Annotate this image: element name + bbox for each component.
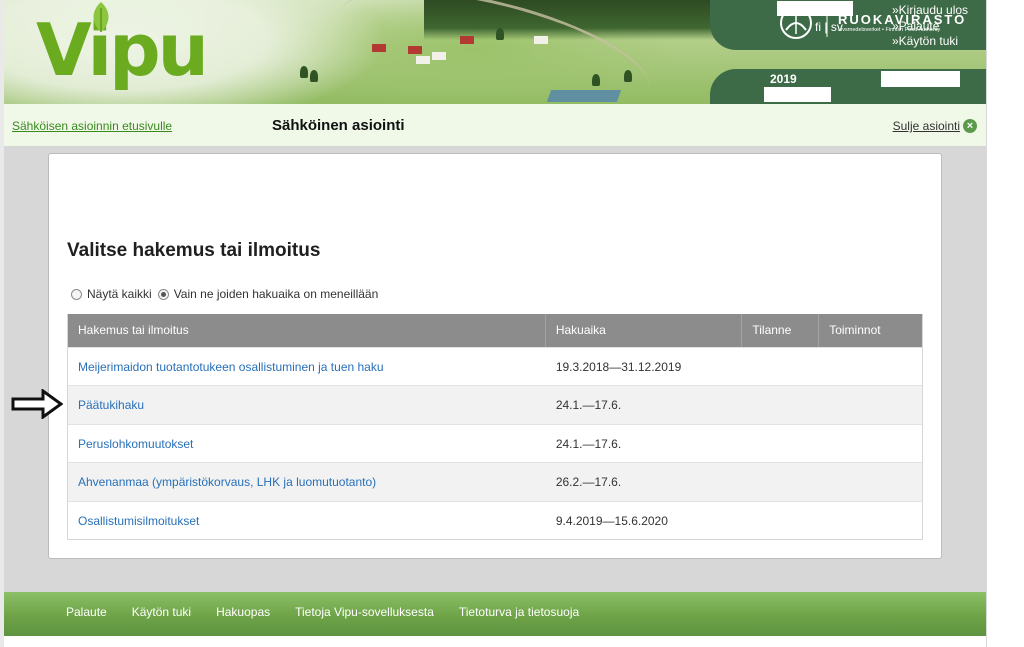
table-header: Hakemus tai ilmoitus Hakuaika Tilanne To… — [68, 314, 922, 347]
application-actions — [819, 386, 922, 423]
search-field[interactable] — [881, 71, 960, 87]
column-header-period: Hakuaika — [546, 314, 743, 347]
close-circle-icon[interactable]: × — [963, 119, 977, 133]
table-row: Ahvenanmaa (ympäristökorvaus, LHK ja luo… — [68, 462, 922, 501]
application-link[interactable]: Päätukihaku — [68, 386, 546, 423]
table-row: Peruslohkomuutokset 24.1.—17.6. — [68, 423, 922, 462]
header-tree — [624, 70, 632, 82]
header-house — [432, 52, 446, 60]
table-row: Meijerimaidon tuotantotukeen osallistumi… — [68, 347, 922, 385]
application-link[interactable]: Osallistumisilmoitukset — [68, 502, 546, 539]
application-status — [742, 348, 819, 385]
header-tree — [310, 70, 318, 82]
table-row: Päätukihaku 24.1.—17.6. — [68, 385, 922, 424]
column-header-actions: Toiminnot — [829, 323, 881, 337]
footer-privacy-link[interactable]: Tietoturva ja tietosuoja — [459, 605, 579, 619]
footer-feedback-link[interactable]: Palaute — [66, 605, 107, 619]
header-pond — [546, 90, 622, 102]
close-service-link[interactable]: Sulje asiointi — [893, 119, 960, 133]
application-actions — [819, 502, 922, 539]
header-house — [408, 46, 422, 54]
application-period: 19.3.2018—31.12.2019 — [555, 360, 682, 374]
lang-fi-link[interactable]: fi — [815, 20, 821, 34]
footer-brand-tagline: Livsmedelsverket • Finnish Food Authorit… — [838, 27, 941, 33]
logo-leaf-icon — [93, 2, 109, 32]
column-header-status: Tilanne — [742, 314, 820, 347]
applications-table: Hakemus tai ilmoitus Hakuaika Tilanne To… — [67, 314, 923, 540]
application-actions — [819, 463, 922, 500]
header-tree — [300, 66, 308, 78]
table-row: Osallistumisilmoitukset 9.4.2019—15.6.20… — [68, 500, 922, 539]
application-period: 26.2.—17.6. — [555, 475, 622, 490]
header-house — [534, 36, 548, 44]
header-house — [416, 56, 430, 64]
page-bottom — [4, 636, 986, 647]
application-link[interactable]: Ahvenanmaa (ympäristökorvaus, LHK ja luo… — [68, 463, 546, 500]
filter-radio-group: Näytä kaikki Vain ne joiden hakuaika on … — [71, 287, 384, 301]
service-title: Sähköinen asiointi — [272, 117, 405, 134]
footer-support-link[interactable]: Käytön tuki — [132, 605, 191, 619]
radio-show-all[interactable] — [71, 288, 82, 300]
application-link[interactable]: Peruslohkomuutokset — [68, 425, 546, 462]
radio-show-all-label[interactable]: Näytä kaikki — [87, 287, 152, 301]
application-period: 24.1.—17.6. — [555, 436, 622, 451]
footer-brand-name: RUOKAVIRASTO — [838, 12, 967, 27]
application-status — [742, 502, 819, 539]
page-title: Valitse hakemus tai ilmoitus — [67, 240, 321, 261]
application-status — [742, 463, 819, 500]
year-select-field[interactable] — [764, 87, 831, 102]
application-actions — [819, 348, 922, 385]
column-header-application: Hakemus tai ilmoitus — [68, 314, 546, 347]
lang-separator: | — [824, 20, 828, 34]
footer-about-link[interactable]: Tietoja Vipu-sovelluksesta — [295, 605, 434, 619]
header-house — [372, 44, 386, 52]
site-footer: Palaute Käytön tuki Hakuopas Tietoja Vip… — [4, 592, 986, 636]
footer-guide-link[interactable]: Hakuopas — [216, 605, 270, 619]
application-actions — [819, 425, 922, 462]
header-tree — [496, 28, 504, 40]
header-house — [460, 36, 474, 44]
vipu-logo[interactable]: Vipu — [36, 14, 209, 86]
support-link[interactable]: »Käytön tuki — [892, 34, 968, 50]
radio-active-only[interactable] — [157, 288, 169, 300]
application-link[interactable]: Meijerimaidon tuotantotukeen osallistumi… — [68, 348, 546, 385]
footer-links: Palaute Käytön tuki Hakuopas Tietoja Vip… — [66, 605, 604, 619]
service-bar: Sähköisen asioinnin etusivulle Sähköinen… — [4, 104, 986, 146]
application-status — [742, 386, 819, 423]
header-tree — [592, 74, 600, 86]
window-right-strip — [986, 0, 1024, 647]
year-label: 2019 — [770, 72, 797, 86]
application-status — [742, 425, 819, 462]
arrow-right-icon — [11, 389, 63, 419]
radio-active-only-label[interactable]: Vain ne joiden hakuaika on meneillään — [174, 287, 379, 301]
application-period: 24.1.—17.6. — [555, 398, 622, 413]
application-period: 9.4.2019—15.6.2020 — [555, 513, 668, 528]
eservice-home-link[interactable]: Sähköisen asioinnin etusivulle — [12, 119, 172, 133]
